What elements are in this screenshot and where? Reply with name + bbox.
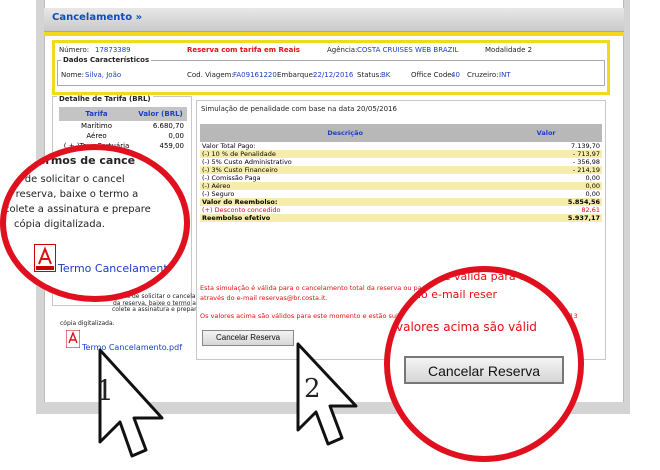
- table-row: (-) Aéreo 0,00: [200, 182, 602, 190]
- valor-col-header: Valor (BRL): [134, 107, 187, 121]
- cod-value: FA09161220: [233, 71, 277, 79]
- status-label: Status:: [357, 71, 382, 79]
- desc-cell: (+) Desconto concedido: [200, 206, 491, 214]
- embarque-label: Embarque:: [277, 71, 316, 79]
- table-row: Marítimo 6.680,70: [59, 121, 187, 131]
- cruzeiro-label: Cruzeiro:: [467, 71, 499, 79]
- simulation-table: Descrição Valor Valor Total Pago: 7.139,7…: [200, 124, 602, 222]
- table-row: Valor Total Pago: 7.139,70: [200, 142, 602, 150]
- page-header-bar: Cancelamento »: [44, 8, 624, 32]
- pdf-note-4: cópia digitalizada.: [60, 320, 115, 327]
- valor-cell: - 214,19: [490, 166, 602, 174]
- tarifa-col-header: Tarifa: [59, 107, 135, 121]
- valor-cell: 6.680,70: [152, 122, 184, 130]
- step-2-cursor: 2: [290, 340, 370, 454]
- modalidade: Modalidade 2: [485, 46, 533, 54]
- page-title: Cancelamento »: [52, 12, 142, 23]
- desc-cell: (-) 10 % de Penalidade: [200, 150, 491, 158]
- cod-label: Cod. Viagem:: [187, 71, 234, 79]
- yellow-divider: [44, 32, 624, 36]
- valor-cell: 459,00: [159, 142, 185, 150]
- valor-cell: 0,00: [490, 190, 602, 198]
- desc-cell: Valor do Reembolso:: [200, 198, 491, 206]
- numero-label: Número:: [59, 46, 90, 54]
- table-row: (-) 3% Custo Financeiro - 214,19: [200, 166, 602, 174]
- valor-cell: 7.139,70: [490, 142, 602, 150]
- table-row: (+) Desconto concedido 82,61: [200, 206, 602, 214]
- cancel-reservation-button[interactable]: Cancelar Reserva: [202, 330, 294, 346]
- cruzeiro-value: INT: [499, 71, 511, 79]
- tarifa-legend: Detalhe de Tarifa (BRL): [57, 95, 153, 103]
- table-row: (-) 10 % de Penalidade - 713,97: [200, 150, 602, 158]
- valor-cell: - 356,98: [490, 158, 602, 166]
- desc-cell: (-) 3% Custo Financeiro: [200, 166, 491, 174]
- agencia-value: COSTA CRUISES WEB BRAZIL: [357, 46, 459, 54]
- valor-col-header: Valor: [490, 124, 602, 142]
- dados-legend: Dados Característicos: [61, 56, 152, 64]
- valor-cell: 5.854,56: [490, 198, 602, 206]
- tarifa-cell: Aéreo: [86, 132, 107, 140]
- table-row: (-) Seguro 0,00: [200, 190, 602, 198]
- tutorial-screenshot: Cancelamento » Número: 17873389 Reserva …: [0, 0, 660, 470]
- step-1-cursor: 1: [90, 346, 170, 470]
- valor-cell: - 713,97: [490, 150, 602, 158]
- descricao-col-header: Descrição: [200, 124, 491, 142]
- table-row: (-) Comissão Paga 0,00: [200, 174, 602, 182]
- desc-cell: (-) Seguro: [200, 190, 491, 198]
- table-row: Aéreo 0,00: [59, 131, 187, 141]
- desc-cell: (-) 5% Custo Administrativo: [200, 158, 491, 166]
- chevron-right-icon: »: [135, 12, 143, 23]
- highlight-circle-right: [384, 266, 584, 462]
- tarifa-cell: Marítimo: [81, 122, 112, 130]
- numero-value: 17873389: [95, 46, 131, 54]
- table-row: Reembolso efetivo 5.937,17: [200, 214, 602, 222]
- table-row: Valor do Reembolso: 5.854,56: [200, 198, 602, 206]
- desc-cell: Valor Total Pago:: [200, 142, 491, 150]
- valor-cell: 0,00: [168, 132, 184, 140]
- desc-cell: (-) Comissão Paga: [200, 174, 491, 182]
- highlight-circle-left: [0, 144, 190, 302]
- office-value: 40: [451, 71, 460, 79]
- reservation-panel: Número: 17873389 Reserva com tarifa em R…: [52, 40, 610, 95]
- simulation-title: Simulação de penalidade com base na data…: [201, 105, 397, 113]
- table-row: (-) 5% Custo Administrativo - 356,98: [200, 158, 602, 166]
- nome-label: Nome:: [61, 71, 85, 79]
- reserva-note: Reserva com tarifa em Reais: [187, 46, 300, 54]
- arrow-cursor-icon: [296, 342, 358, 446]
- desc-cell: (-) Aéreo: [200, 182, 491, 190]
- valor-cell: 0,00: [490, 174, 602, 182]
- step-1-number: 1: [96, 374, 114, 407]
- page-title-text: Cancelamento: [52, 12, 133, 23]
- desc-cell: Reembolso efetivo: [200, 214, 491, 222]
- pdf-icon[interactable]: [65, 329, 81, 352]
- agencia-label: Agência:: [327, 46, 358, 54]
- nome-value: Silva, João: [85, 71, 122, 79]
- office-label: Office Code:: [411, 71, 454, 79]
- status-value: BK: [381, 71, 391, 79]
- valor-cell: 0,00: [490, 182, 602, 190]
- valor-cell: 5.937,17: [490, 214, 602, 222]
- embarque-value: 22/12/2016: [313, 71, 354, 79]
- step-2-number: 2: [304, 374, 321, 404]
- valor-cell: 82,61: [490, 206, 602, 214]
- simulation-note-2: através do e-mail reservas@br.costa.it.: [200, 294, 328, 302]
